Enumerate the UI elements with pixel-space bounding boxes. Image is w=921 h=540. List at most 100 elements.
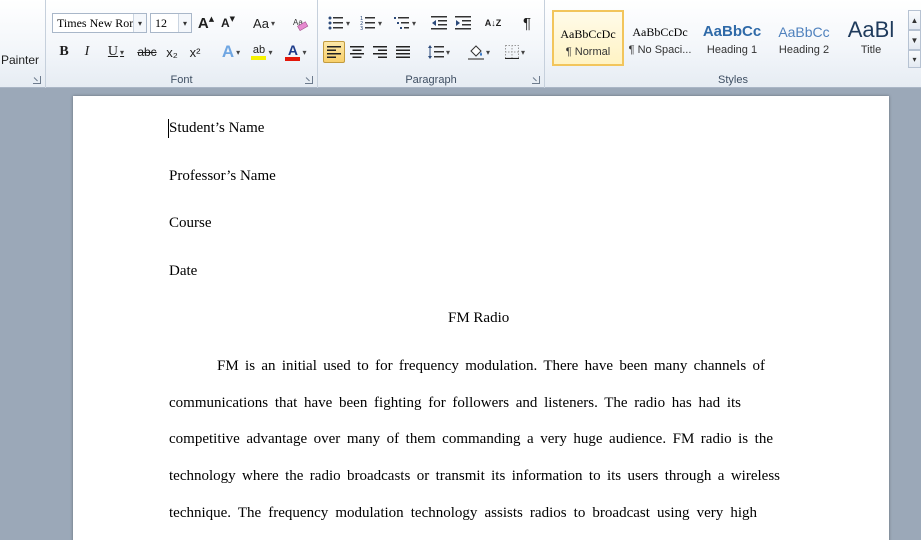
strikethrough-icon: abc (137, 45, 157, 59)
font-size-dropdown-icon[interactable]: ▾ (178, 14, 191, 32)
body-line[interactable]: technique. The frequency modulation tech… (169, 505, 757, 522)
subscript-button[interactable]: x₂ (162, 41, 182, 63)
document-title[interactable]: FM Radio (448, 310, 509, 327)
text-effects-icon: A (221, 42, 235, 61)
body-line[interactable]: communications that have been fighting f… (169, 395, 741, 412)
styles-scroll-up[interactable]: ▲ (908, 10, 921, 30)
show-formatting-marks-button[interactable]: ¶ (516, 12, 538, 34)
body-line[interactable]: competitive advantage over many of them … (169, 431, 773, 448)
numbering-button[interactable]: 1 2 3 (356, 12, 386, 34)
shrink-font-icon: A (220, 16, 230, 30)
align-left-button[interactable] (323, 41, 345, 63)
multilevel-list-button[interactable] (390, 12, 420, 34)
style-heading-2-name: Heading 2 (778, 44, 830, 56)
styles-scroll-down[interactable]: ▼ (908, 30, 921, 50)
underline-button[interactable]: U (100, 41, 132, 63)
highlight-label: ab (252, 43, 266, 56)
borders-button[interactable] (500, 41, 530, 63)
increase-indent-button[interactable] (452, 12, 474, 34)
bullets-button[interactable] (324, 12, 354, 34)
borders-icon (504, 45, 519, 59)
superscript-button[interactable]: x² (185, 41, 205, 63)
styles-group: AaBbCcDc ¶ Normal AaBbCcDc ¶ No Spaci...… (545, 0, 921, 88)
justify-button[interactable] (392, 41, 414, 63)
underline-icon: U (107, 44, 119, 59)
paragraph-group-label: Paragraph (405, 74, 457, 86)
course-line[interactable]: Course (169, 215, 212, 232)
line-spacing-icon (427, 45, 444, 59)
font-group-label: Font (170, 74, 193, 86)
align-right-icon (373, 46, 387, 58)
shading-button[interactable] (464, 41, 494, 63)
clear-formatting-button[interactable]: Aa (289, 12, 311, 34)
italic-icon: I (84, 44, 90, 59)
justify-icon (396, 46, 410, 58)
paint-bucket-icon (467, 45, 484, 60)
font-color-label: A (287, 41, 299, 58)
align-right-button[interactable] (369, 41, 391, 63)
font-name-dropdown-icon[interactable]: ▾ (133, 14, 146, 32)
strikethrough-button[interactable]: abc (135, 41, 159, 63)
paragraph-dialog-launcher[interactable] (532, 76, 540, 84)
style-no-spacing[interactable]: AaBbCcDc ¶ No Spaci... (624, 10, 696, 66)
bold-button[interactable]: B (54, 41, 74, 63)
font-color-button[interactable]: A (280, 41, 312, 63)
align-center-button[interactable] (346, 41, 368, 63)
decrease-indent-button[interactable] (428, 12, 450, 34)
ribbon: Painter Times New Rom ▾ 12 ▾ A▲ A▼ Aa Aa (0, 0, 921, 88)
text-effects-button[interactable]: A (216, 41, 246, 63)
change-case-icon: Aa (253, 15, 269, 31)
highlight-color-bar (251, 55, 267, 60)
style-heading-2-sample: AaBbCc (778, 24, 830, 40)
font-size-value: 12 (155, 15, 167, 30)
line-spacing-button[interactable] (424, 41, 454, 63)
decrease-indent-icon (431, 16, 447, 30)
font-group: Times New Rom ▾ 12 ▾ A▲ A▼ Aa Aa B I (46, 0, 318, 88)
superscript-icon: x² (189, 44, 201, 60)
sort-icon: A↓Z (484, 18, 502, 28)
grow-font-icon: A (197, 14, 209, 32)
change-case-button[interactable]: Aa (249, 12, 279, 34)
font-name-value: Times New Rom (57, 15, 139, 30)
style-heading-1[interactable]: AaBbCc Heading 1 (696, 10, 768, 66)
grow-font-button[interactable]: A ▲ (196, 12, 216, 34)
pilcrow-icon: ¶ (522, 14, 532, 32)
shrink-arrow-icon: ▼ (229, 15, 236, 23)
style-title-sample: AaBl (847, 17, 895, 42)
body-line[interactable]: technology where the radio broadcasts or… (169, 468, 780, 485)
format-painter-label: Painter (0, 53, 39, 67)
align-left-icon (327, 46, 341, 58)
format-painter-button[interactable]: Painter (0, 49, 44, 71)
style-normal-sample: AaBbCcDc (560, 27, 616, 41)
font-name-combo[interactable]: Times New Rom ▾ (52, 13, 147, 33)
highlight-icon: ab (251, 43, 267, 60)
professor-name-line[interactable]: Professor’s Name (169, 168, 276, 185)
style-normal-name: ¶ Normal (565, 46, 611, 58)
font-size-combo[interactable]: 12 ▾ (150, 13, 192, 33)
body-line[interactable]: FM is an initial used to for frequency m… (217, 358, 765, 375)
style-normal[interactable]: AaBbCcDc ¶ Normal (552, 10, 624, 66)
bullets-icon (328, 16, 343, 30)
subscript-icon: x₂ (166, 44, 178, 60)
chevron-up-icon: ▲ (910, 15, 919, 25)
date-line[interactable]: Date (169, 263, 197, 280)
grow-arrow-icon: ▲ (208, 15, 215, 23)
shrink-font-button[interactable]: A ▼ (218, 12, 238, 34)
style-heading-2[interactable]: AaBbCc Heading 2 (768, 10, 840, 66)
italic-button[interactable]: I (77, 41, 97, 63)
style-title[interactable]: AaBl Title (840, 10, 902, 66)
styles-group-label: Styles (718, 74, 748, 86)
highlight-button[interactable]: ab (246, 41, 278, 63)
paragraph-group: 1 2 3 A↓ (318, 0, 545, 88)
clipboard-dialog-launcher[interactable] (33, 76, 41, 84)
font-dialog-launcher[interactable] (305, 76, 313, 84)
more-icon: ▾ (912, 54, 917, 64)
styles-more[interactable]: ▾ (908, 50, 921, 68)
clear-formatting-icon: Aa (293, 18, 309, 32)
style-no-spacing-name: ¶ No Spaci... (628, 44, 692, 56)
sort-button[interactable]: A↓Z (482, 12, 504, 34)
bold-icon: B (59, 44, 69, 59)
student-name-line[interactable]: Student’s Name (169, 120, 264, 137)
style-title-name: Title (860, 44, 882, 56)
clipboard-group: Painter (0, 0, 46, 88)
